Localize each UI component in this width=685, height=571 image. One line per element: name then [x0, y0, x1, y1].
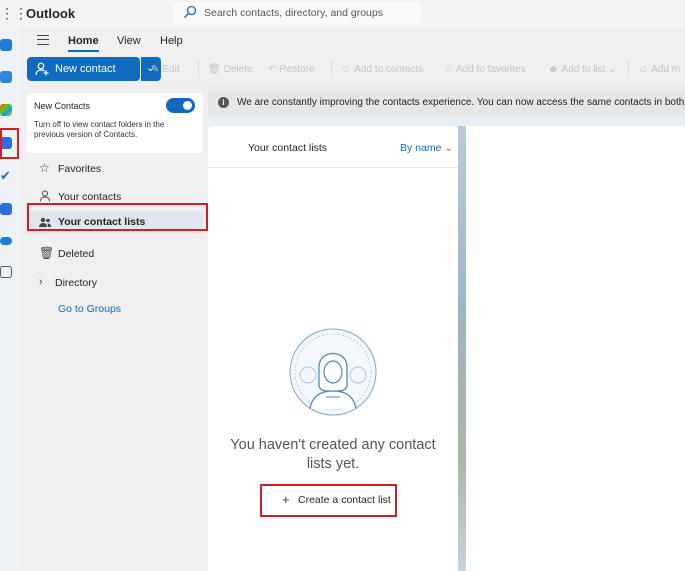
- add-to-list-button[interactable]: ☻ Add to list ⌄: [548, 64, 617, 75]
- restore-button[interactable]: ↶ Restore: [268, 64, 314, 75]
- add-person-icon: ☺: [638, 64, 649, 75]
- contacts-sidebar: New Contacts Turn off to view contact fo…: [22, 87, 208, 571]
- pencil-icon: ✎: [151, 64, 160, 75]
- app-title: Outlook: [26, 6, 76, 21]
- ribbon-tabs: Home View Help: [22, 27, 685, 55]
- new-contact-label: New contact: [55, 63, 116, 75]
- empty-state-message: You haven't created any contact lists ye…: [230, 437, 436, 472]
- people-icon: ☻: [548, 64, 559, 75]
- sidebar-item-label: Directory: [55, 277, 98, 289]
- toolbar-divider: [331, 60, 332, 78]
- add-to-contacts-button[interactable]: ☺ Add to contacts: [341, 64, 423, 75]
- trash-icon: 🗑: [39, 246, 55, 260]
- search-input[interactable]: Search contacts, directory, and groups: [204, 7, 383, 19]
- tab-help[interactable]: Help: [160, 35, 183, 47]
- add-person-icon: ☺: [341, 64, 352, 75]
- search-box[interactable]: Search contacts, directory, and groups: [173, 2, 421, 24]
- sidebar-item-label: Deleted: [58, 248, 95, 260]
- delete-button[interactable]: 🗑 Delete: [208, 64, 253, 75]
- star-icon: ☆: [444, 64, 453, 75]
- sidebar-item-deleted[interactable]: 🗑 Deleted: [27, 242, 203, 266]
- go-to-groups-link[interactable]: Go to Groups: [58, 303, 121, 315]
- new-contacts-description: Turn off to view contact folders in the …: [34, 120, 165, 139]
- edit-button[interactable]: ✎ Edit: [151, 64, 180, 75]
- sidebar-item-directory[interactable]: › Directory: [27, 271, 203, 295]
- new-contacts-title: New Contacts: [34, 101, 91, 111]
- trash-icon: 🗑: [208, 64, 221, 75]
- highlight-create-button: [260, 484, 397, 517]
- onedrive-icon[interactable]: [0, 237, 12, 245]
- info-banner: i We are constantly improving the contac…: [208, 89, 685, 116]
- highlight-people-rail: [0, 128, 19, 159]
- chevron-down-icon: ⌄: [444, 142, 454, 154]
- search-icon: [184, 5, 197, 18]
- org-icon[interactable]: [0, 203, 12, 215]
- copilot-icon[interactable]: [0, 104, 12, 116]
- person-icon: [40, 190, 50, 202]
- sidebar-item-favorites[interactable]: ☆ Favorites: [27, 157, 203, 181]
- info-icon: i: [218, 97, 229, 108]
- calendar-icon[interactable]: [0, 71, 12, 83]
- chevron-right-icon: ›: [39, 276, 43, 288]
- new-contacts-toggle[interactable]: [166, 98, 195, 113]
- highlight-contact-lists: [27, 203, 208, 231]
- add-person-icon: [35, 62, 49, 76]
- ribbon-toolbar: New contact ⌄ ✎ Edit 🗑 Delete ↶ Restore ☺ Ad…: [22, 55, 685, 85]
- add-more-button[interactable]: ☺ Add m: [638, 64, 680, 75]
- sidebar-item-label: Favorites: [58, 163, 102, 175]
- app-launcher-icon[interactable]: ⋮⋮: [0, 6, 28, 20]
- mail-icon[interactable]: [0, 39, 12, 51]
- add-to-favorites-button[interactable]: ☆ Add to favorites: [444, 64, 525, 75]
- more-apps-icon[interactable]: [0, 266, 12, 278]
- title-bar: ⋮⋮ Outlook Search contacts, directory, a…: [0, 0, 685, 27]
- star-icon: ☆: [39, 161, 50, 175]
- undo-icon: ↶: [268, 64, 277, 75]
- sidebar-item-label: Your contacts: [58, 191, 122, 203]
- new-contact-button[interactable]: New contact: [27, 57, 140, 81]
- hamburger-icon[interactable]: [37, 35, 49, 45]
- app-rail: ✔: [0, 27, 20, 571]
- list-header: Your contact lists By name ⌄: [208, 126, 458, 168]
- sort-button[interactable]: By name ⌄: [400, 142, 453, 154]
- info-banner-text: We are constantly improving the contacts…: [237, 97, 685, 108]
- new-contacts-card: New Contacts Turn off to view contact fo…: [27, 93, 203, 153]
- todo-icon[interactable]: ✔: [0, 169, 12, 182]
- toolbar-divider: [628, 60, 629, 78]
- list-title: Your contact lists: [248, 142, 327, 154]
- toolbar-divider: [198, 60, 199, 78]
- empty-contacts-illustration: [289, 328, 377, 416]
- background-scenery: [458, 126, 466, 571]
- tab-home[interactable]: Home: [68, 35, 99, 52]
- detail-pane: [466, 126, 685, 571]
- tab-view[interactable]: View: [117, 35, 141, 47]
